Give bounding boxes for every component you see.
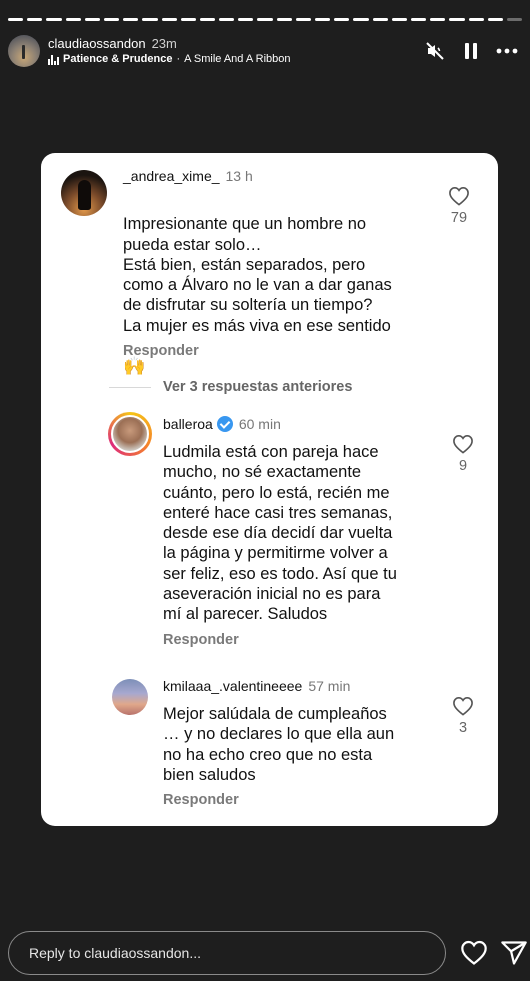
like-count: 3 — [458, 720, 468, 736]
song-artist: Patience & Prudence — [63, 53, 173, 66]
progress-segment — [372, 18, 388, 21]
story-time: 23m — [151, 35, 177, 51]
progress-segment — [180, 18, 196, 21]
comment-username[interactable]: kmilaaa_.valentineeee — [163, 678, 302, 694]
progress-segment — [487, 18, 503, 21]
progress-segment — [315, 18, 331, 21]
music-bars-icon — [48, 54, 59, 65]
comment-username[interactable]: _andrea_xime_ — [123, 168, 220, 184]
progress-segment — [276, 18, 292, 21]
reply-button[interactable]: Responder — [163, 792, 239, 808]
like-count: 79 — [450, 210, 468, 226]
heart-icon — [449, 186, 469, 206]
comment-text: Ludmila está con pareja hace mucho, no s… — [163, 443, 397, 624]
progress-segment — [353, 18, 369, 21]
avatar-image — [111, 415, 149, 453]
progress-segment — [449, 18, 465, 21]
story-username[interactable]: claudiaossandon — [48, 36, 146, 52]
progress-segment — [295, 18, 311, 21]
send-icon[interactable] — [500, 939, 528, 967]
comment-header: _andrea_xime_ 13 h — [123, 168, 253, 186]
reply-button[interactable]: Responder — [163, 632, 239, 648]
like-button[interactable]: 9 — [452, 434, 474, 474]
comment-time: 60 min — [238, 416, 281, 432]
comment-time: 57 min — [308, 678, 351, 694]
heart-icon[interactable] — [460, 939, 488, 967]
progress-segment — [219, 18, 235, 21]
progress-segment — [410, 18, 427, 21]
avatar[interactable] — [108, 412, 152, 456]
comment-time: 13 h — [225, 168, 253, 184]
progress-segment — [142, 18, 158, 21]
story-meta: claudiaossandon 23m Patience & Prudence … — [48, 36, 291, 67]
progress-segment — [334, 18, 350, 21]
reply-placeholder: Reply to claudiaossandon... — [29, 945, 201, 961]
comment-header: balleroa 60 min — [163, 416, 281, 434]
comment-body: Impresionante que un hombre no pueda est… — [123, 215, 392, 335]
progress-segment — [84, 18, 100, 21]
like-button[interactable]: 79 — [448, 186, 470, 226]
progress-segment — [161, 18, 177, 21]
music-info[interactable]: Patience & Prudence · A Smile And A Ribb… — [48, 53, 291, 66]
like-count: 9 — [458, 458, 468, 474]
pause-icon[interactable] — [460, 40, 482, 62]
avatar[interactable] — [61, 170, 107, 216]
reply-button[interactable]: Responder — [123, 343, 199, 359]
progress-segment — [238, 18, 254, 21]
more-icon[interactable] — [496, 40, 518, 62]
verified-badge-icon — [216, 416, 233, 432]
progress-segment — [103, 18, 120, 21]
song-separator: · — [176, 53, 181, 66]
progress-segment — [257, 18, 273, 21]
view-previous-replies[interactable]: Ver 3 respuestas anteriores — [109, 379, 352, 395]
divider — [109, 386, 151, 388]
progress-segment — [27, 18, 43, 21]
heart-icon — [453, 696, 473, 716]
raised-hands-emoji: 🙌 — [123, 356, 146, 377]
avatar[interactable] — [8, 35, 40, 67]
progress-segment — [199, 18, 216, 21]
progress-segment — [65, 18, 81, 21]
story-progress-bar — [8, 18, 523, 21]
heart-icon — [453, 434, 473, 454]
view-replies-label[interactable]: Ver 3 respuestas anteriores — [163, 379, 352, 395]
comment-text: Mejor salúdala de cumpleaños … y no decl… — [163, 705, 395, 784]
like-button[interactable]: 3 — [452, 696, 474, 736]
song-name: A Smile And A Ribbon — [184, 53, 291, 66]
comment-header: kmilaaa_.valentineeee 57 min — [163, 678, 350, 696]
progress-segment — [506, 18, 523, 21]
progress-segment — [391, 18, 407, 21]
progress-segment — [46, 18, 62, 21]
comment-username[interactable]: balleroa — [163, 416, 213, 432]
story-header: claudiaossandon 23m Patience & Prudence … — [8, 32, 522, 70]
reply-input[interactable]: Reply to claudiaossandon... — [8, 931, 446, 975]
mute-icon[interactable] — [424, 40, 446, 62]
progress-segment — [430, 18, 446, 21]
avatar[interactable] — [112, 679, 148, 715]
progress-segment — [8, 18, 24, 21]
progress-segment — [468, 18, 484, 21]
progress-segment — [123, 18, 139, 21]
comment-screenshot-card: _andrea_xime_ 13 h Impresionante que un h… — [41, 153, 498, 826]
